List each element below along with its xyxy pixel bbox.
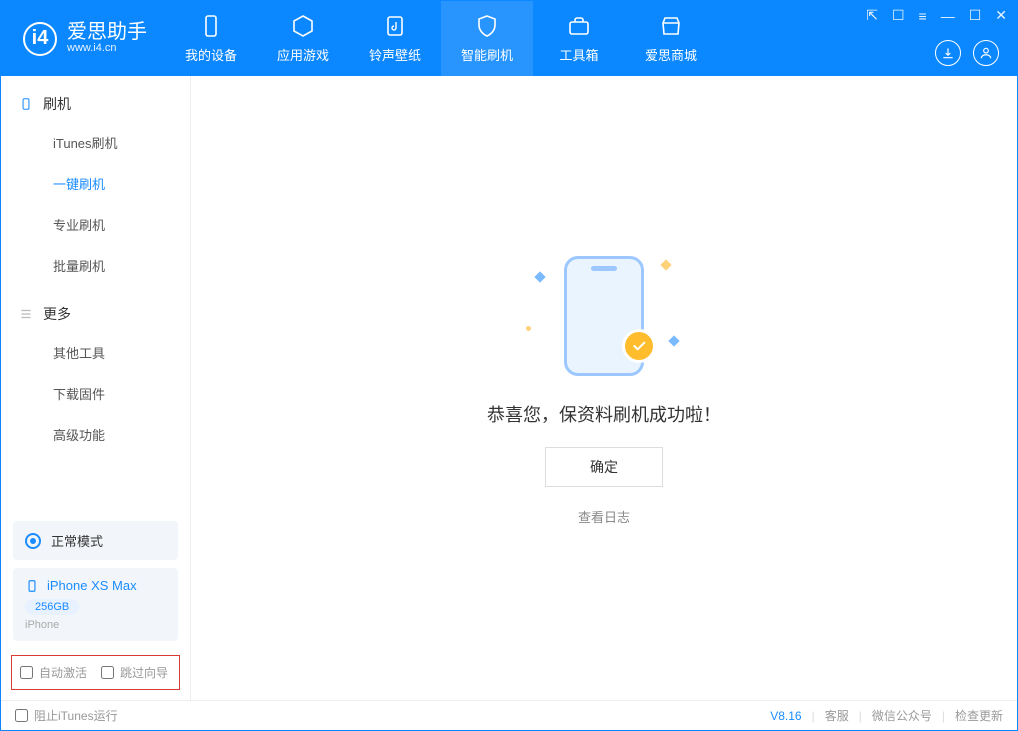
block-itunes-label: 阻止iTunes运行 [34,707,118,724]
nav-toolbox[interactable]: 工具箱 [533,1,625,76]
separator: | [942,709,945,723]
phone-icon [25,579,39,593]
checkbox-block-itunes[interactable] [15,709,28,722]
sidebar-group-flash: 刷机 [1,76,190,122]
view-log-link[interactable]: 查看日志 [578,507,630,526]
sparkle-icon [534,271,545,282]
nav-label: 铃声壁纸 [369,45,421,64]
sidebar: 刷机 iTunes刷机 一键刷机 专业刷机 批量刷机 更多 其他工具 下载固件 … [1,76,191,700]
flash-options-highlighted: 自动激活 跳过向导 [11,655,180,690]
sidebar-item-oneclick-flash[interactable]: 一键刷机 [1,163,190,204]
sparkle-icon [660,259,671,270]
device-type: iPhone [25,619,166,631]
sidebar-item-batch-flash[interactable]: 批量刷机 [1,245,190,286]
cube-icon [290,13,316,39]
nav-store[interactable]: 爱思商城 [625,1,717,76]
support-link[interactable]: 客服 [825,707,849,724]
device-card[interactable]: iPhone XS Max 256GB iPhone [13,568,178,641]
checkbox-input[interactable] [101,666,114,679]
nav-label: 智能刷机 [461,45,513,64]
top-nav: 我的设备 应用游戏 铃声壁纸 智能刷机 工具箱 爱思商城 [165,1,717,76]
nav-label: 爱思商城 [645,45,697,64]
check-update-link[interactable]: 检查更新 [955,707,1003,724]
store-icon [658,13,684,39]
shirt-icon[interactable]: ⇱ [866,7,878,24]
nav-label: 应用游戏 [277,45,329,64]
group-label: 刷机 [43,94,71,114]
nav-apps[interactable]: 应用游戏 [257,1,349,76]
sidebar-item-other-tools[interactable]: 其他工具 [1,332,190,373]
separator: | [812,709,815,723]
user-button[interactable] [973,40,999,66]
phone-icon [19,97,33,111]
dot-icon [526,326,531,331]
version-label[interactable]: V8.16 [770,709,801,723]
sidebar-item-advanced[interactable]: 高级功能 [1,414,190,455]
sidebar-item-pro-flash[interactable]: 专业刷机 [1,204,190,245]
status-label: 正常模式 [51,531,103,550]
titlebar: i4 爱思助手 www.i4.cn 我的设备 应用游戏 铃声壁纸 智能刷机 工具… [1,1,1017,76]
device-icon [198,13,224,39]
minimize-button[interactable]: — [941,8,955,24]
group-label: 更多 [43,304,71,324]
download-button[interactable] [935,40,961,66]
logo-area: i4 爱思助手 www.i4.cn [1,1,165,76]
lock-icon[interactable]: ☐ [892,7,905,24]
toolbox-icon [566,13,592,39]
app-name: 爱思助手 [67,22,147,42]
shield-icon [474,13,500,39]
nav-flash[interactable]: 智能刷机 [441,1,533,76]
success-check-icon [622,329,656,363]
success-message: 恭喜您，保资料刷机成功啦！ [487,401,721,427]
main-content: 恭喜您，保资料刷机成功啦！ 确定 查看日志 [191,76,1017,700]
sparkle-icon [668,335,679,346]
maximize-button[interactable]: ☐ [969,7,982,24]
header-actions [935,40,999,66]
sidebar-item-download-firmware[interactable]: 下载固件 [1,373,190,414]
checkbox-skip-guide[interactable]: 跳过向导 [101,664,168,681]
sidebar-group-more: 更多 [1,286,190,332]
checkbox-input[interactable] [20,666,33,679]
status-dot-icon [25,533,41,549]
success-illustration [524,251,684,381]
device-name: iPhone XS Max [47,578,137,593]
nav-label: 工具箱 [559,45,598,64]
menu-icon[interactable]: ≡ [919,8,927,24]
footer: 阻止iTunes运行 V8.16 | 客服 | 微信公众号 | 检查更新 [1,700,1017,730]
sidebar-item-itunes-flash[interactable]: iTunes刷机 [1,122,190,163]
nav-ringtones[interactable]: 铃声壁纸 [349,1,441,76]
device-capacity: 256GB [25,599,79,615]
separator: | [859,709,862,723]
window-controls: ⇱ ☐ ≡ — ☐ ✕ [866,7,1007,24]
list-icon [19,307,33,321]
wechat-link[interactable]: 微信公众号 [872,707,932,724]
nav-label: 我的设备 [185,45,237,64]
music-icon [382,13,408,39]
logo-icon: i4 [23,22,57,56]
ok-button[interactable]: 确定 [545,447,663,487]
close-button[interactable]: ✕ [995,7,1007,24]
app-url: www.i4.cn [67,42,147,55]
nav-my-device[interactable]: 我的设备 [165,1,257,76]
checkbox-auto-activate[interactable]: 自动激活 [20,664,87,681]
device-mode-status[interactable]: 正常模式 [13,521,178,560]
